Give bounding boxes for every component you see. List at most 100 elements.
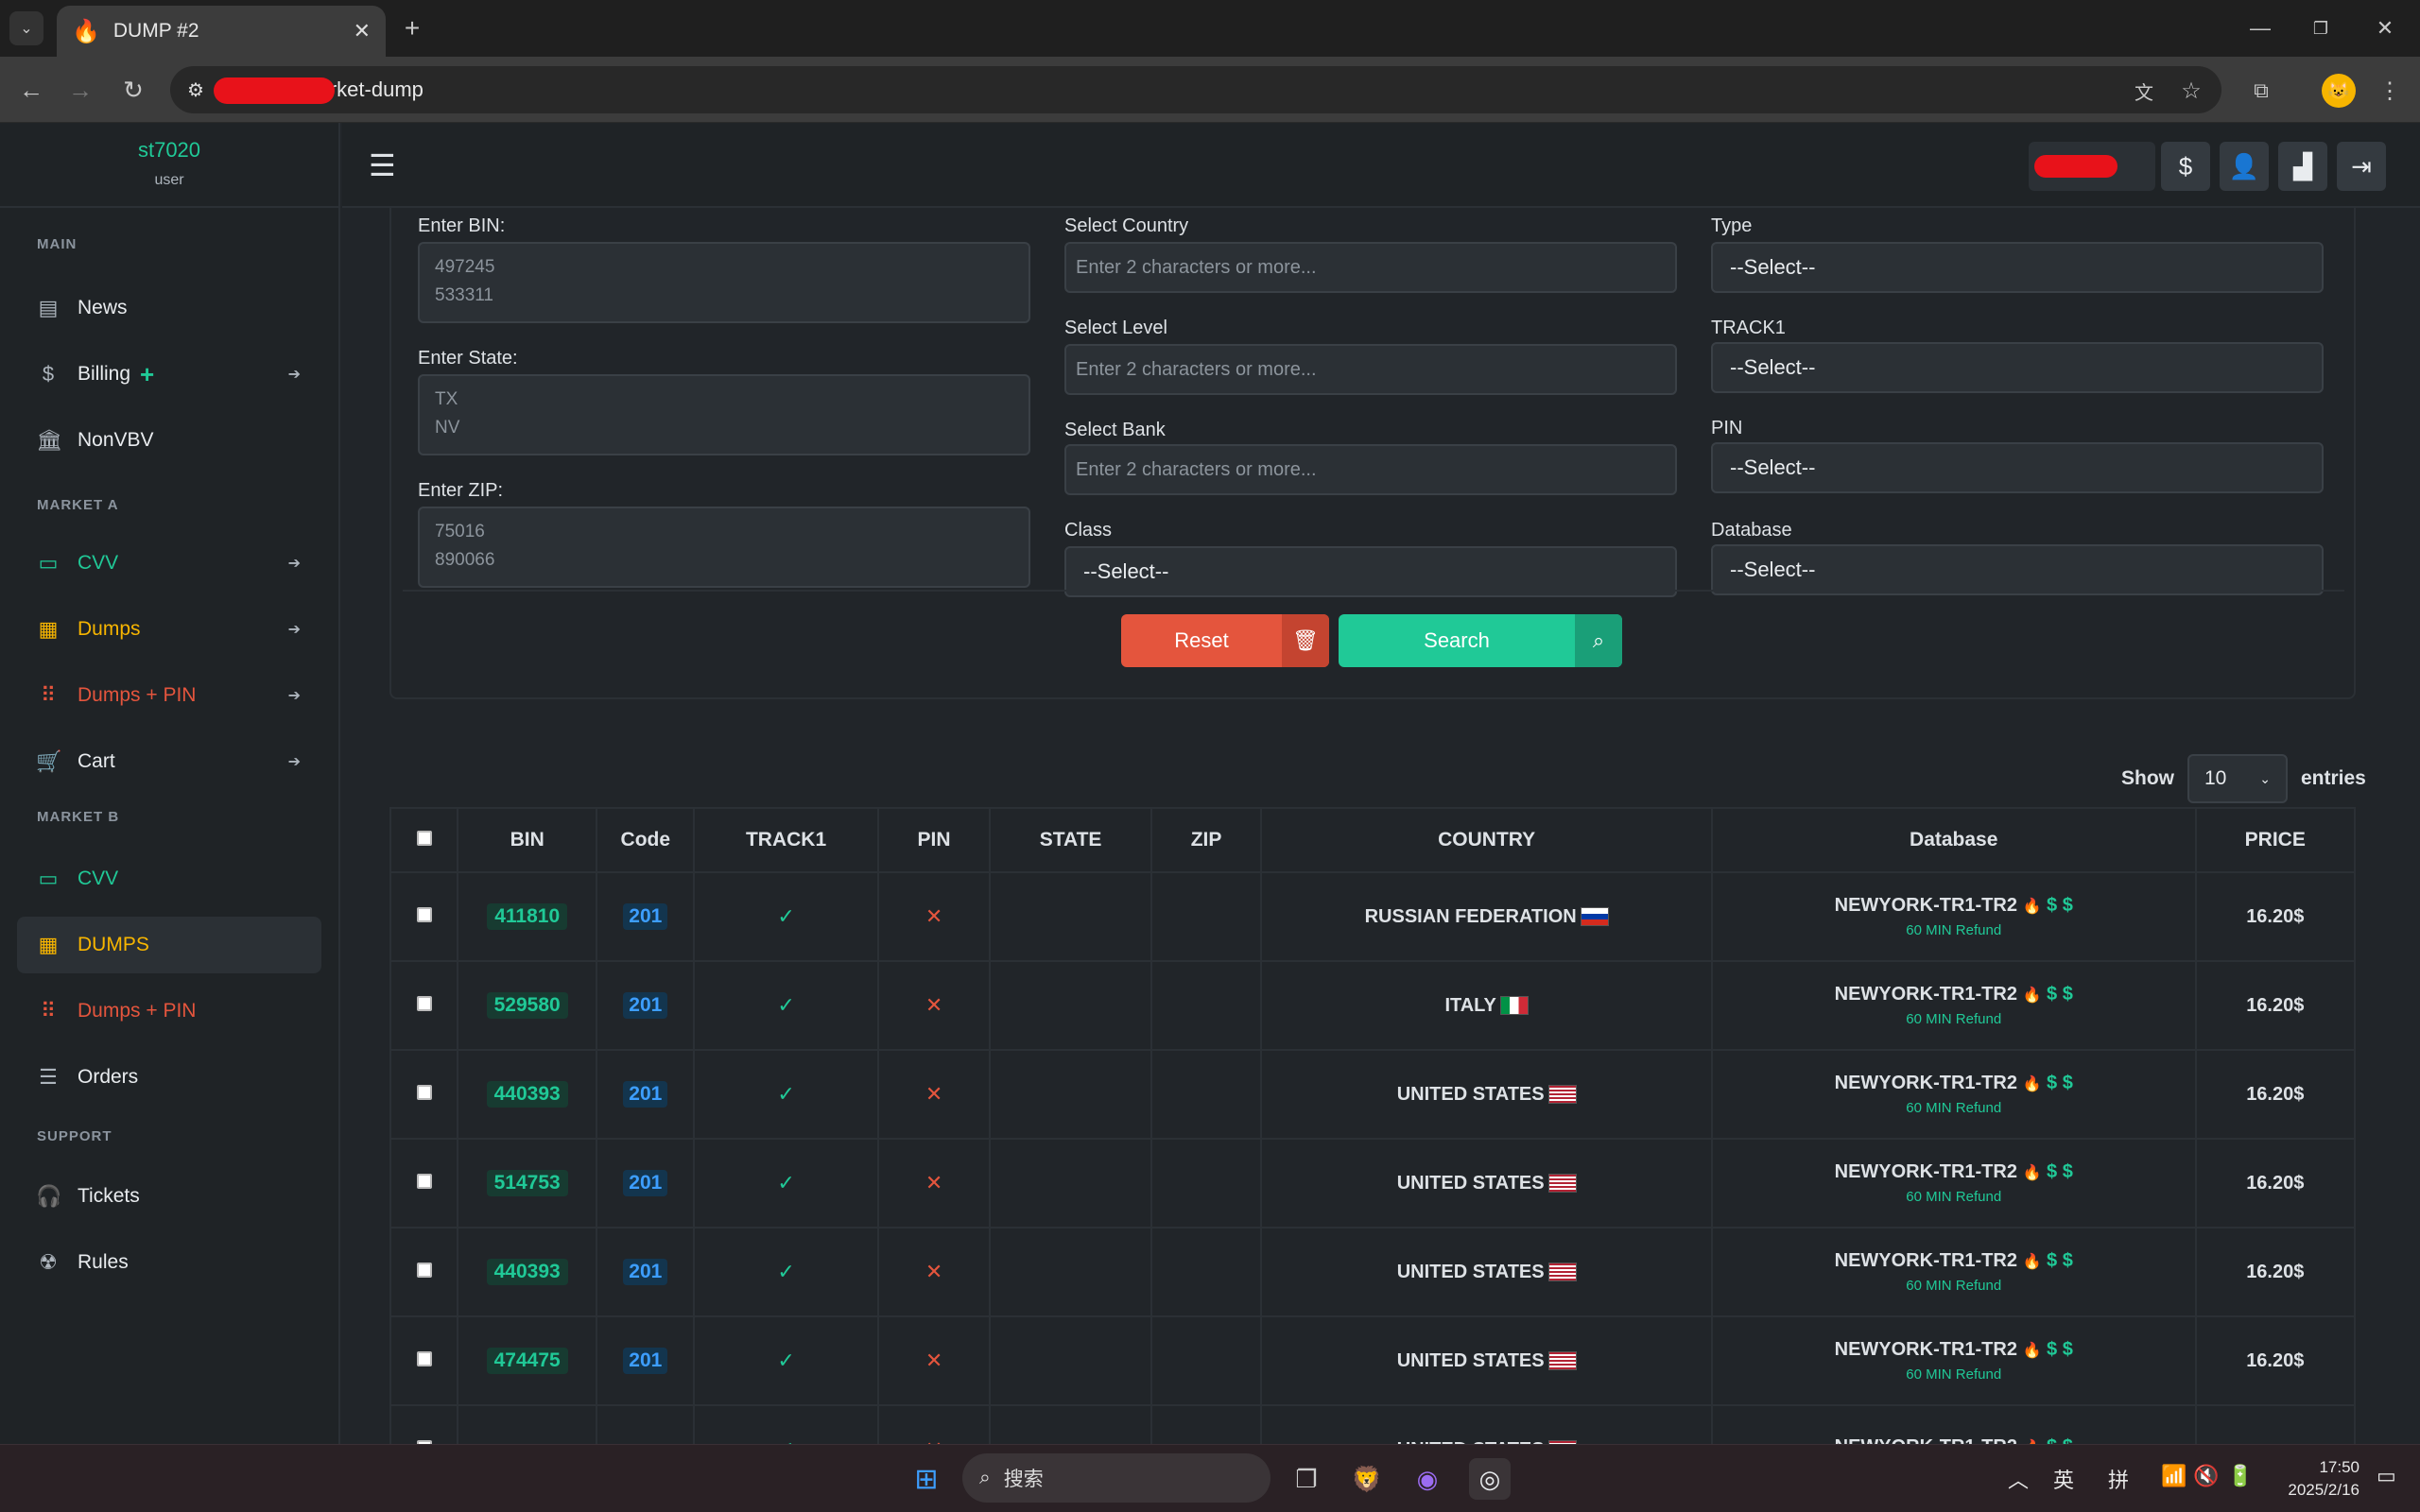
bin-badge: 440393 <box>486 1081 568 1108</box>
task-view-icon[interactable]: ❐ <box>1286 1458 1327 1500</box>
table-row[interactable]: 440393 201 ✓ ✕ UNITED STATES NEWYORK-TR1-TR2 … <box>389 1049 2357 1140</box>
taskbar-search[interactable]: ⌕ 搜索 <box>962 1453 1270 1503</box>
sidebar-item-news[interactable]: ▤ News <box>17 280 321 336</box>
browser-tab[interactable]: 🔥 DUMP #2 ✕ <box>57 6 386 57</box>
row-checkbox[interactable] <box>416 995 432 1011</box>
table-row[interactable]: 411810 201 ✓ ✕ RUSSIAN FEDERATION NEWYORK-TR1… <box>389 871 2357 962</box>
sidebar-item-dumps-pin-b[interactable]: ⠿ Dumps + PIN <box>17 983 321 1040</box>
tray-overflow-icon[interactable]: ︿ <box>2008 1464 2029 1494</box>
ime-english[interactable]: 英 <box>2053 1464 2074 1494</box>
sidebar-item-orders[interactable]: ☰ Orders <box>17 1049 321 1106</box>
table-row[interactable]: 474475 201 ✓ ✕ UNITED STATES NEWYORK-TR1-TR2 … <box>389 1315 2357 1406</box>
country-name: UNITED STATES <box>1396 1349 1545 1371</box>
type-select[interactable]: --Select-- <box>1711 242 2324 293</box>
profile-button[interactable]: 👤 <box>2220 142 2269 191</box>
code-cell: 201 <box>596 871 696 962</box>
check-icon: ✓ <box>777 1260 795 1283</box>
sidebar-item-billing[interactable]: $ Billing + ➔ <box>17 346 321 403</box>
bin-cell: 474475 <box>457 1315 598 1406</box>
chevron-down-icon: ⌄ <box>2259 770 2271 786</box>
reload-icon[interactable]: ↻ <box>115 72 151 108</box>
header-price[interactable]: PRICE <box>2194 807 2357 873</box>
country-input[interactable]: Enter 2 characters or more... <box>1064 242 1677 293</box>
header-track1[interactable]: TRACK1 <box>693 807 879 873</box>
search-button[interactable]: Search ⌕ <box>1339 614 1622 667</box>
windows-start-icon[interactable]: ⊞ <box>906 1458 947 1500</box>
entries-select[interactable]: 10 ⌄ <box>2187 754 2288 803</box>
sidebar-item-cart[interactable]: 🛒 Cart ➔ <box>17 733 321 790</box>
restore-button[interactable]: ❐ <box>2297 11 2344 45</box>
row-checkbox[interactable] <box>416 906 432 922</box>
state-textarea[interactable]: TX NV <box>418 374 1030 455</box>
table-row[interactable]: 440393 201 ✓ ✕ UNITED STATES NEWYORK-TR1-TR2 … <box>389 1227 2357 1317</box>
header-state[interactable]: STATE <box>989 807 1152 873</box>
track1-select[interactable]: --Select-- <box>1711 342 2324 393</box>
sidebar-item-dumps-a[interactable]: ▦ Dumps ➔ <box>17 601 321 658</box>
row-checkbox[interactable] <box>416 1173 432 1189</box>
brave-browser-icon[interactable]: 🦁 <box>1346 1458 1388 1500</box>
volume-muted-icon[interactable]: 🔇 <box>2193 1464 2219 1488</box>
leaderboard-button[interactable]: ▟ <box>2278 142 2327 191</box>
header-zip[interactable]: ZIP <box>1150 807 1263 873</box>
sidebar-item-tickets[interactable]: 🎧 Tickets <box>17 1168 321 1225</box>
row-checkbox[interactable] <box>416 1350 432 1366</box>
sidebar-item-label: Rules <box>78 1251 129 1273</box>
row-checkbox[interactable] <box>416 1084 432 1100</box>
clock-date: 2025/2/16 <box>2288 1481 2360 1499</box>
profile-avatar-icon[interactable]: 😺 <box>2322 74 2356 108</box>
chrome-browser-icon[interactable]: ◎ <box>1469 1458 1511 1500</box>
notification-icon[interactable]: ▭ <box>2377 1464 2396 1488</box>
sidebar-item-rules[interactable]: ☢ Rules <box>17 1234 321 1291</box>
battery-icon[interactable]: 🔋 <box>2227 1464 2253 1488</box>
sidebar-item-nonvbv[interactable]: 🏛 NonVBV <box>17 412 321 469</box>
extensions-icon[interactable]: ⧉ <box>2244 74 2278 108</box>
table-row[interactable]: 514753 201 ✓ ✕ UNITED STATES NEWYORK-TR1-TR2 … <box>389 1138 2357 1228</box>
add-funds-button[interactable]: $ <box>2161 142 2210 191</box>
code-badge: 201 <box>623 1259 668 1285</box>
table-row[interactable]: 529580 201 ✓ ✕ ITALY NEWYORK-TR1-TR2 🔥 $ $60 … <box>389 960 2357 1051</box>
system-clock[interactable]: 17:50 2025/2/16 <box>2274 1456 2360 1502</box>
bin-textarea[interactable]: 497245 533311 <box>418 242 1030 323</box>
site-settings-icon[interactable]: ⚙ <box>187 78 204 102</box>
bookmark-star-icon[interactable]: ☆ <box>2174 74 2208 108</box>
database-select[interactable]: --Select-- <box>1711 544 2324 595</box>
row-checkbox[interactable] <box>416 1262 432 1278</box>
translate-icon[interactable]: 文 <box>2127 74 2161 108</box>
table-row[interactable]: ✓ ✕ UNITED STATESNEWYORK-TR1-TR2 🔥 $ $ <box>389 1404 2357 1444</box>
browser-menu-icon[interactable]: ⋮ <box>2373 74 2407 108</box>
select-all-checkbox[interactable] <box>416 831 432 846</box>
logout-button[interactable]: ⇥ <box>2337 142 2386 191</box>
close-window-button[interactable]: ✕ <box>2361 11 2409 45</box>
header-bin[interactable]: BIN <box>457 807 598 873</box>
user-icon: 👤 <box>2228 151 2260 180</box>
tor-browser-icon[interactable]: ◉ <box>1407 1458 1448 1500</box>
pin-select[interactable]: --Select-- <box>1711 442 2324 493</box>
new-tab-button[interactable]: + <box>395 11 429 45</box>
header-pin[interactable]: PIN <box>876 807 992 873</box>
hamburger-menu-icon[interactable]: ☰ <box>369 147 396 183</box>
address-bar[interactable]: ⚙ u/market-dump <box>170 66 2221 113</box>
header-country[interactable]: COUNTRY <box>1260 807 1713 873</box>
code-badge: 201 <box>623 992 668 1019</box>
sidebar-item-dumps-b[interactable]: ▦ DUMPS <box>17 917 321 973</box>
back-icon[interactable]: ← <box>13 72 49 108</box>
close-tab-icon[interactable]: ✕ <box>354 19 371 43</box>
sidebar-item-dumps-pin-a[interactable]: ⠿ Dumps + PIN ➔ <box>17 667 321 724</box>
ime-pinyin[interactable]: 拼 <box>2108 1464 2129 1494</box>
wifi-icon[interactable]: 📶 <box>2161 1464 2187 1488</box>
store-icon: ▦ <box>38 933 59 956</box>
tab-search-button[interactable]: ⌄ <box>9 11 43 45</box>
forward-icon[interactable]: → <box>62 72 98 108</box>
divider <box>403 590 2344 592</box>
header-database[interactable]: Database <box>1710 807 2197 873</box>
level-input[interactable]: Enter 2 characters or more... <box>1064 344 1677 395</box>
search-icon: ⌕ <box>1575 614 1622 667</box>
bank-input[interactable]: Enter 2 characters or more... <box>1064 444 1677 495</box>
minimize-button[interactable]: — <box>2237 11 2284 45</box>
reset-button[interactable]: Reset 🗑 <box>1121 614 1329 667</box>
header-code[interactable]: Code <box>596 807 696 873</box>
zip-textarea[interactable]: 75016 890066 <box>418 507 1030 588</box>
sidebar-item-cvv-b[interactable]: ▭ CVV <box>17 850 321 907</box>
browser-tab-bar: ⌄ 🔥 DUMP #2 ✕ + — ❐ ✕ <box>0 0 2420 57</box>
sidebar-item-cvv-a[interactable]: ▭ CVV ➔ <box>17 535 321 592</box>
